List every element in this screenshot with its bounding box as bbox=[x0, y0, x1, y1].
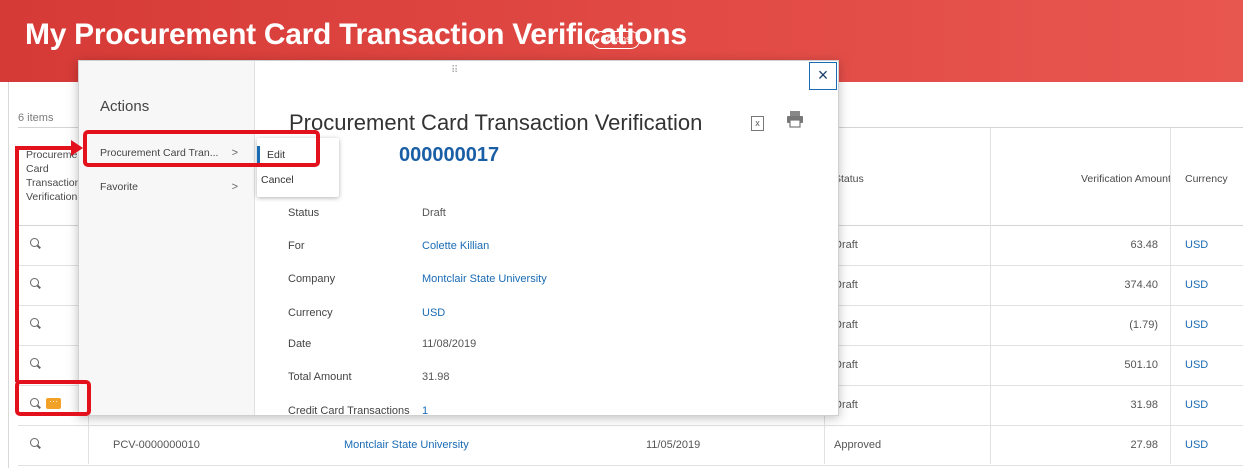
field-label-currency: Currency bbox=[288, 307, 333, 319]
search-icon[interactable] bbox=[30, 318, 42, 330]
cell-amount: 63.48 bbox=[1130, 239, 1158, 251]
print-icon[interactable] bbox=[786, 110, 804, 128]
related-actions-popup: Actions Procurement Card Tran... > Favor… bbox=[78, 60, 839, 417]
field-value-status: Draft bbox=[422, 207, 446, 219]
menu-item-label: Procurement Card Tran... bbox=[100, 147, 219, 159]
field-label-total-amount: Total Amount bbox=[288, 371, 352, 383]
field-label-credit-card-transactions: Credit Card Transactions bbox=[288, 405, 410, 417]
chevron-right-icon: > bbox=[231, 181, 238, 193]
chevron-right-icon: > bbox=[231, 147, 238, 159]
field-label-date: Date bbox=[288, 338, 312, 350]
submenu: Edit Cancel bbox=[257, 138, 339, 197]
detail-title: Procurement Card Transaction Verificatio… bbox=[289, 110, 703, 135]
selected-indicator bbox=[257, 146, 260, 164]
actions-menu: Actions Procurement Card Tran... > Favor… bbox=[79, 61, 255, 415]
field-value-date: 11/08/2019 bbox=[422, 338, 477, 350]
field-value-credit-card-transactions[interactable]: 1 bbox=[422, 405, 428, 417]
field-value-currency[interactable]: USD bbox=[422, 307, 445, 319]
search-icon[interactable] bbox=[30, 398, 42, 410]
column-header-pcv[interactable]: Procurement Card Transaction Verificatio… bbox=[26, 148, 86, 204]
search-icon[interactable] bbox=[30, 238, 42, 250]
page-title: My Procurement Card Transaction Verifica… bbox=[25, 18, 687, 51]
cell-currency[interactable]: USD bbox=[1185, 319, 1208, 331]
field-value-company[interactable]: Montclair State University bbox=[422, 273, 547, 285]
cell-amount: 501.10 bbox=[1124, 359, 1158, 371]
excel-icon[interactable]: x bbox=[751, 116, 764, 131]
cell-amount: 31.98 bbox=[1130, 399, 1158, 411]
cell-id: PCV-0000000010 bbox=[113, 439, 200, 451]
search-icon[interactable] bbox=[30, 278, 42, 290]
submenu-edit[interactable]: Edit bbox=[267, 149, 285, 161]
cell-currency[interactable]: USD bbox=[1185, 439, 1208, 451]
cell-currency[interactable]: USD bbox=[1185, 399, 1208, 411]
cell-amount: 27.98 bbox=[1130, 439, 1158, 451]
field-value-total-amount: 31.98 bbox=[422, 371, 450, 383]
submenu-cancel[interactable]: Cancel bbox=[261, 174, 294, 186]
cell-status: Approved bbox=[834, 439, 882, 451]
cell-amount: (1.79) bbox=[1129, 319, 1158, 331]
search-icon[interactable] bbox=[30, 358, 42, 370]
search-icon[interactable] bbox=[30, 438, 42, 450]
field-value-for[interactable]: Colette Killian bbox=[422, 240, 489, 252]
close-icon[interactable]: × bbox=[809, 62, 837, 90]
items-count: 6 items bbox=[18, 112, 54, 124]
actions-button[interactable]: Actions bbox=[592, 31, 640, 49]
cell-company[interactable]: Montclair State University bbox=[344, 439, 469, 451]
column-header-amount[interactable]: Verification Amount bbox=[1081, 172, 1171, 186]
table-row: PCV-0000000010 Montclair State Universit… bbox=[18, 426, 1243, 466]
detail-id: 000000017 bbox=[399, 144, 500, 166]
actions-menu-title: Actions bbox=[100, 98, 150, 115]
cell-currency[interactable]: USD bbox=[1185, 359, 1208, 371]
field-label-for: For bbox=[288, 240, 305, 252]
field-label-status: Status bbox=[288, 207, 320, 219]
cell-currency[interactable]: USD bbox=[1185, 279, 1208, 291]
cell-amount: 374.40 bbox=[1124, 279, 1158, 291]
cell-date: 11/05/2019 bbox=[646, 439, 701, 451]
related-actions-icon[interactable]: ··· bbox=[46, 397, 61, 409]
column-header-currency[interactable]: Currency bbox=[1185, 172, 1228, 186]
drag-handle-icon[interactable]: ⠿ bbox=[451, 65, 459, 76]
menu-item-procurement-card[interactable]: Procurement Card Tran... > bbox=[100, 147, 250, 159]
menu-item-label: Favorite bbox=[100, 181, 138, 193]
cell-currency[interactable]: USD bbox=[1185, 239, 1208, 251]
field-label-company: Company bbox=[288, 273, 336, 285]
menu-item-favorite[interactable]: Favorite > bbox=[100, 181, 250, 193]
